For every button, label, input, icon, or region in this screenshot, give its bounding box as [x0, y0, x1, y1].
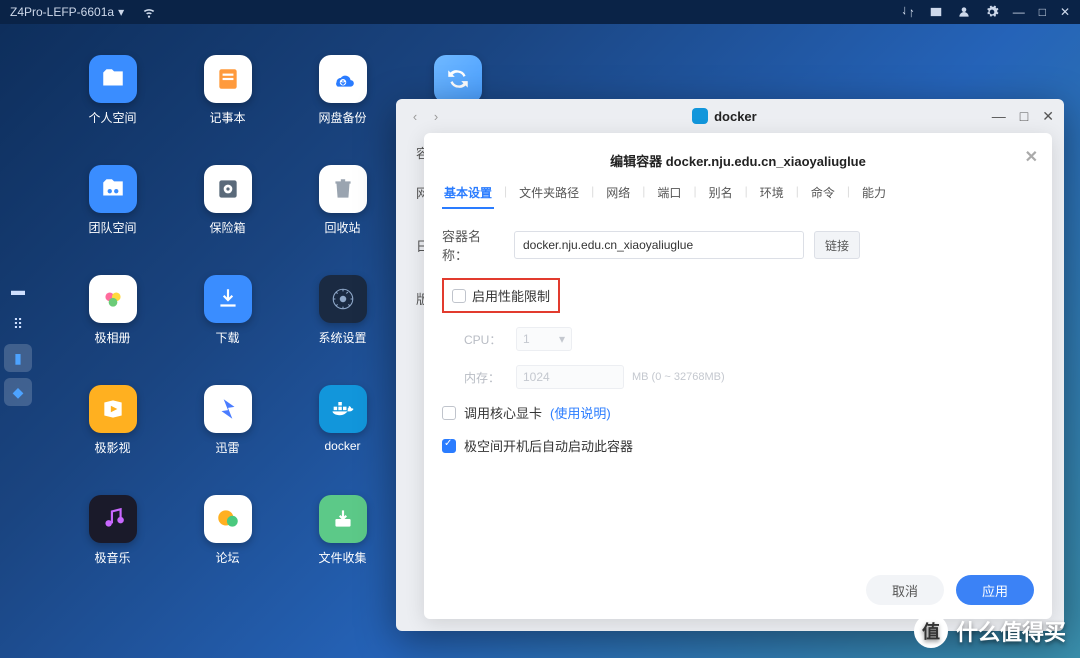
app-team-space[interactable]: 团队空间 [55, 165, 170, 263]
transfer-icon[interactable] [901, 5, 915, 19]
autostart-label: 极空间开机后自动启动此容器 [464, 436, 633, 455]
app-photos[interactable]: 极相册 [55, 275, 170, 373]
app-xunlei[interactable]: 迅雷 [170, 385, 285, 483]
gpu-help-link[interactable]: (使用说明) [550, 403, 611, 422]
settings-icon[interactable] [985, 5, 999, 19]
tab-folders[interactable]: 文件夹路径 [517, 184, 581, 209]
gpu-checkbox[interactable] [442, 406, 456, 420]
tab-network[interactable]: 网络 [604, 184, 632, 209]
tab-env[interactable]: 环境 [758, 184, 786, 209]
dock-files-icon[interactable]: ▮ [4, 344, 32, 372]
nav-back-button[interactable]: ‹ [406, 107, 424, 125]
tab-cmd[interactable]: 命令 [809, 184, 837, 209]
app-docker[interactable]: docker [285, 385, 400, 483]
app-video[interactable]: 极影视 [55, 385, 170, 483]
minimize-button[interactable]: — [1013, 5, 1025, 19]
dock-apps-icon[interactable]: ⠿ [4, 310, 32, 338]
app-file-collect[interactable]: 文件收集 [285, 495, 400, 593]
host-label[interactable]: Z4Pro-LEFP-6601a▾ [10, 5, 124, 19]
container-name-input[interactable] [514, 231, 804, 259]
window-minimize-button[interactable]: — [992, 108, 1006, 125]
cpu-select[interactable]: 1▾ [516, 327, 572, 351]
dock-desktop-icon[interactable]: ▬ [4, 276, 32, 304]
mail-icon[interactable] [929, 5, 943, 19]
app-system-settings[interactable]: 系统设置 [285, 275, 400, 373]
system-topbar: Z4Pro-LEFP-6601a▾ — □ ✕ [0, 0, 1080, 24]
wifi-icon [142, 5, 156, 19]
window-close-button[interactable]: ✕ [1042, 108, 1054, 125]
maximize-button[interactable]: □ [1039, 5, 1046, 19]
docker-icon [692, 108, 708, 124]
perf-limit-checkbox[interactable] [452, 289, 466, 303]
watermark: 值 什么值得买 [914, 614, 1066, 648]
window-titlebar: ‹ › docker — □ ✕ [396, 99, 1064, 133]
panel-title: 编辑容器 docker.nju.edu.cn_xiaoyaliuglue [610, 154, 866, 169]
tab-basic[interactable]: 基本设置 [442, 184, 494, 209]
panel-close-button[interactable]: ✕ [1025, 147, 1038, 167]
tab-caps[interactable]: 能力 [860, 184, 888, 209]
app-trash[interactable]: 回收站 [285, 165, 400, 263]
gpu-label: 调用核心显卡 [464, 403, 542, 422]
close-button[interactable]: ✕ [1060, 5, 1070, 19]
watermark-icon: 值 [914, 614, 948, 648]
nav-forward-button[interactable]: › [427, 107, 445, 125]
app-cloud-backup[interactable]: 网盘备份 [285, 55, 400, 153]
app-music[interactable]: 极音乐 [55, 495, 170, 593]
app-personal-space[interactable]: 个人空间 [55, 55, 170, 153]
mem-input[interactable] [516, 365, 624, 389]
docker-window: ‹ › docker — □ ✕ 容器 网日版本 3 小时 多 atest 小时… [396, 99, 1064, 631]
cancel-button[interactable]: 取消 [866, 575, 944, 605]
window-title: docker [714, 109, 757, 124]
tab-alias[interactable]: 别名 [707, 184, 735, 209]
panel-tabs: 基本设置| 文件夹路径| 网络| 端口| 别名| 环境| 命令| 能力 [442, 184, 1034, 210]
perf-limit-highlight: 启用性能限制 [442, 278, 560, 313]
link-button[interactable]: 链接 [814, 231, 860, 259]
app-forum[interactable]: 论坛 [170, 495, 285, 593]
perf-limit-label: 启用性能限制 [472, 286, 550, 305]
mem-hint: MB (0 ~ 32768MB) [632, 371, 725, 383]
dock-docker-icon[interactable]: ◆ [4, 378, 32, 406]
edit-container-panel: 编辑容器 docker.nju.edu.cn_xiaoyaliuglue ✕ 基… [424, 133, 1052, 619]
app-download[interactable]: 下载 [170, 275, 285, 373]
autostart-checkbox[interactable] [442, 439, 456, 453]
tab-ports[interactable]: 端口 [655, 184, 683, 209]
mem-label: 内存： [464, 369, 508, 386]
container-name-label: 容器名称： [442, 226, 504, 264]
app-notes[interactable]: 记事本 [170, 55, 285, 153]
apply-button[interactable]: 应用 [956, 575, 1034, 605]
app-safe[interactable]: 保险箱 [170, 165, 285, 263]
cpu-label: CPU： [464, 331, 508, 348]
window-maximize-button[interactable]: □ [1020, 108, 1028, 125]
user-icon[interactable] [957, 5, 971, 19]
side-dock: ▬ ⠿ ▮ ◆ [0, 270, 36, 412]
